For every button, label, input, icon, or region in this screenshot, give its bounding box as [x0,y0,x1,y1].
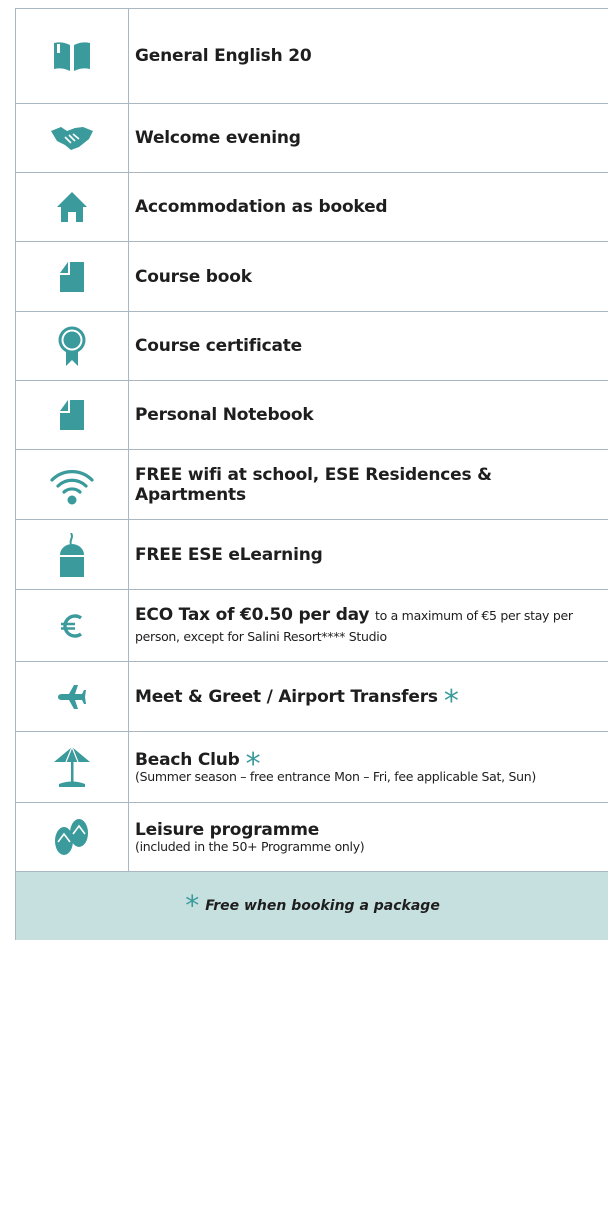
table-row: Welcome evening [16,104,608,173]
asterisk-icon: * [185,889,200,922]
row-title: Welcome evening [135,128,301,148]
asterisk-icon: * [443,683,459,719]
table-row: Accommodation as booked [16,173,608,242]
table-row: ECO Tax of €0.50 per day to a maximum of… [16,590,608,662]
table-row: FREE wifi at school, ESE Residences & Ap… [16,450,608,520]
row-title: ECO Tax of €0.50 per day to a maximum of… [135,604,573,644]
table-row: FREE ESE eLearning [16,520,608,590]
row-title: Beach Club * [135,747,261,782]
handshake-icon [51,127,93,150]
row-note: (Summer season – free entrance Mon – Fri… [135,769,536,784]
footer-note: * Free when booking a package [16,872,608,940]
table-row: General English 20 [16,9,608,104]
table-row: Leisure programme (included in the 50+ P… [16,803,608,872]
table-row: Course book [16,242,608,312]
airplane-icon [58,684,86,709]
euro-icon [61,613,83,638]
house-icon [57,192,87,222]
row-title: General English 20 [135,46,312,66]
row-title: Accommodation as booked [135,197,388,217]
award-ribbon-icon [58,326,86,366]
table-row: Meet & Greet / Airport Transfers * [16,662,608,732]
row-title: FREE ESE eLearning [135,544,323,565]
document-icon [60,400,84,430]
table-row: Personal Notebook [16,381,608,450]
row-title: Leisure programme [135,820,320,840]
row-title: Personal Notebook [135,405,314,425]
wifi-icon [50,469,94,504]
beach-umbrella-icon [54,747,90,787]
row-title: FREE wifi at school, ESE Residences & Ap… [135,464,492,505]
inclusions-table: General English 20 Welcome evening Accom… [15,8,608,940]
table-row: Course certificate [16,312,608,381]
flip-flops-icon [55,819,88,855]
mouse-icon [60,532,84,577]
row-title: Course book [135,266,252,287]
footer-text: Free when booking a package [205,898,440,914]
book-icon [54,42,90,71]
row-title: Course certificate [135,336,302,356]
row-title: Meet & Greet / Airport Transfers * [135,683,459,719]
table-row: Beach Club * (Summer season – free entran… [16,732,608,803]
document-icon [60,261,84,292]
row-note: (included in the 50+ Programme only) [135,839,365,854]
